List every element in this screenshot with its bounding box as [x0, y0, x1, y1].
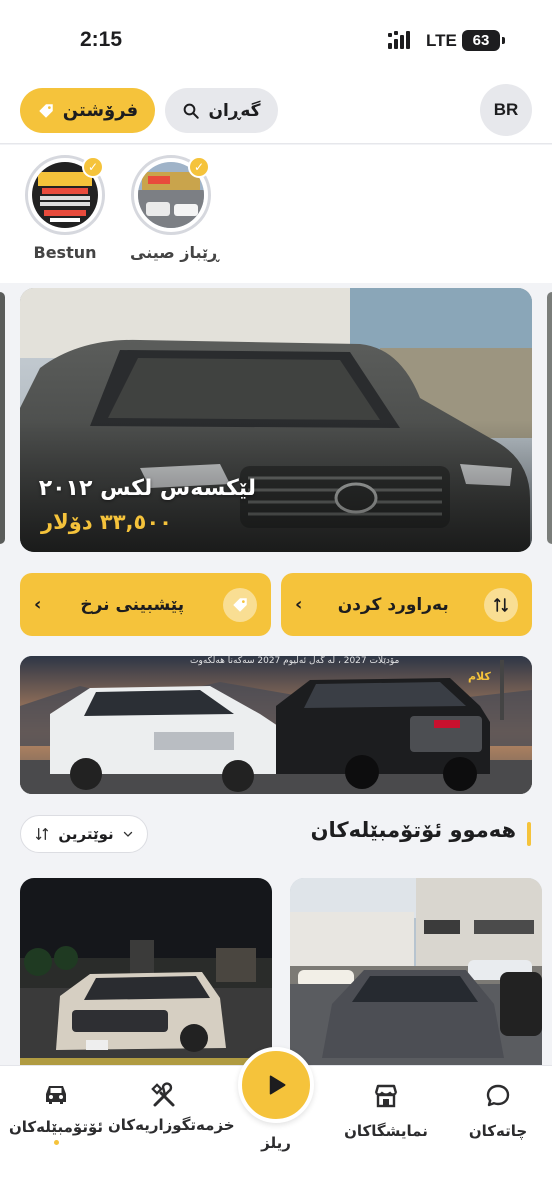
status-bar: 2:15 LTE 63	[0, 0, 552, 80]
featured-car-title: لێکسەس لکس ٢٠١٢	[38, 476, 256, 501]
carousel-next-peek[interactable]	[547, 292, 552, 544]
stories-row: ✓ Bestun ✓ ڕێباز صینی	[0, 145, 552, 283]
network-type: LTE	[426, 31, 457, 50]
nav-item-reels[interactable]: ریلز	[236, 1126, 316, 1152]
story-item[interactable]: ✓ Bestun	[24, 155, 106, 262]
verified-badge-icon: ✓	[188, 156, 210, 178]
car-listing-image	[20, 878, 272, 1073]
verified-badge-icon: ✓	[82, 156, 104, 178]
story-name: Bestun	[33, 243, 97, 262]
tools-icon	[151, 1082, 175, 1107]
price-prediction-button[interactable]: ‹ پێشبینی نرخ	[20, 573, 271, 636]
story-avatar: ✓	[25, 155, 105, 235]
price-prediction-label: پێشبینی نرخ	[80, 594, 185, 615]
featured-car-card[interactable]: لێکسەس لکس ٢٠١٢ ٣٣,٥٠٠ دۆلار	[20, 288, 532, 552]
car-icon	[46, 1086, 66, 1104]
story-item[interactable]: ✓ ڕێباز صینی	[130, 155, 219, 262]
sell-button[interactable]: فرۆشتن	[20, 88, 155, 133]
section-title: هەموو ئۆتۆمبێلەکان	[310, 818, 516, 842]
nav-label-cars: ئۆتۆمبێلەکان	[9, 1118, 103, 1136]
nav-label-services: خزمەتگوزاریەکان	[108, 1116, 235, 1134]
promo-banner-caption: مۆدێلات 2027 ، لە گەڵ ئەلیوم 2027 سەکەنا…	[190, 656, 400, 666]
price-tag-icon	[223, 587, 257, 622]
reels-play-button[interactable]	[238, 1047, 314, 1123]
compare-button-label: بەراورد کردن	[337, 594, 449, 615]
nav-item-services[interactable]: خزمەتگوزاریەکان	[108, 1082, 235, 1134]
promo-banner-image	[20, 656, 532, 794]
chevron-left-icon: ‹	[34, 594, 42, 615]
chat-bubble-icon	[486, 1084, 510, 1107]
chevron-left-icon: ‹	[295, 594, 303, 615]
active-indicator	[53, 1140, 59, 1145]
search-button[interactable]: گەڕان	[165, 88, 278, 133]
car-listing-image	[290, 878, 542, 1073]
nav-item-chats[interactable]: چاتەکان	[452, 1082, 544, 1140]
nav-item-cars[interactable]: ئۆتۆمبێلەکان	[6, 1082, 106, 1145]
compare-icon	[484, 587, 518, 622]
nav-label-showrooms: نمایشگاکان	[344, 1122, 428, 1140]
story-avatar: ✓	[131, 155, 211, 235]
sort-label: نوێترین	[58, 825, 114, 843]
compare-button[interactable]: ‹ بەراورد کردن	[281, 573, 532, 636]
story-name: ڕێباز صینی	[130, 243, 219, 262]
tag-icon	[39, 103, 53, 118]
nav-label-reels: ریلز	[261, 1134, 291, 1152]
sort-dropdown[interactable]: نوێترین	[20, 815, 148, 853]
promo-banner[interactable]: مۆدێلات 2027 ، لە گەڵ ئەلیوم 2027 سەکەنا…	[20, 656, 532, 794]
status-time: 2:15	[80, 28, 123, 51]
avatar[interactable]: BR	[480, 84, 532, 136]
nav-item-showrooms[interactable]: نمایشگاکان	[336, 1082, 436, 1140]
carousel-prev-peek[interactable]	[0, 292, 5, 544]
car-listing-card[interactable]	[290, 878, 542, 1073]
sort-icon	[36, 828, 49, 840]
section-accent-bar	[527, 822, 531, 846]
car-listing-card[interactable]	[20, 878, 272, 1073]
chevron-down-icon	[123, 831, 132, 837]
promo-banner-brand: کلام	[468, 670, 491, 683]
search-icon	[184, 103, 200, 119]
featured-car-price: ٣٣,٥٠٠ دۆلار	[41, 510, 172, 534]
signal-strength-icon	[388, 31, 410, 49]
sell-button-label: فرۆشتن	[62, 100, 139, 121]
play-icon	[269, 1075, 286, 1095]
storefront-icon	[374, 1084, 398, 1108]
search-button-label: گەڕان	[208, 100, 261, 121]
app-header: فرۆشتن گەڕان BR	[0, 80, 552, 144]
battery-indicator: 63	[462, 30, 505, 51]
nav-label-chats: چاتەکان	[468, 1122, 528, 1140]
